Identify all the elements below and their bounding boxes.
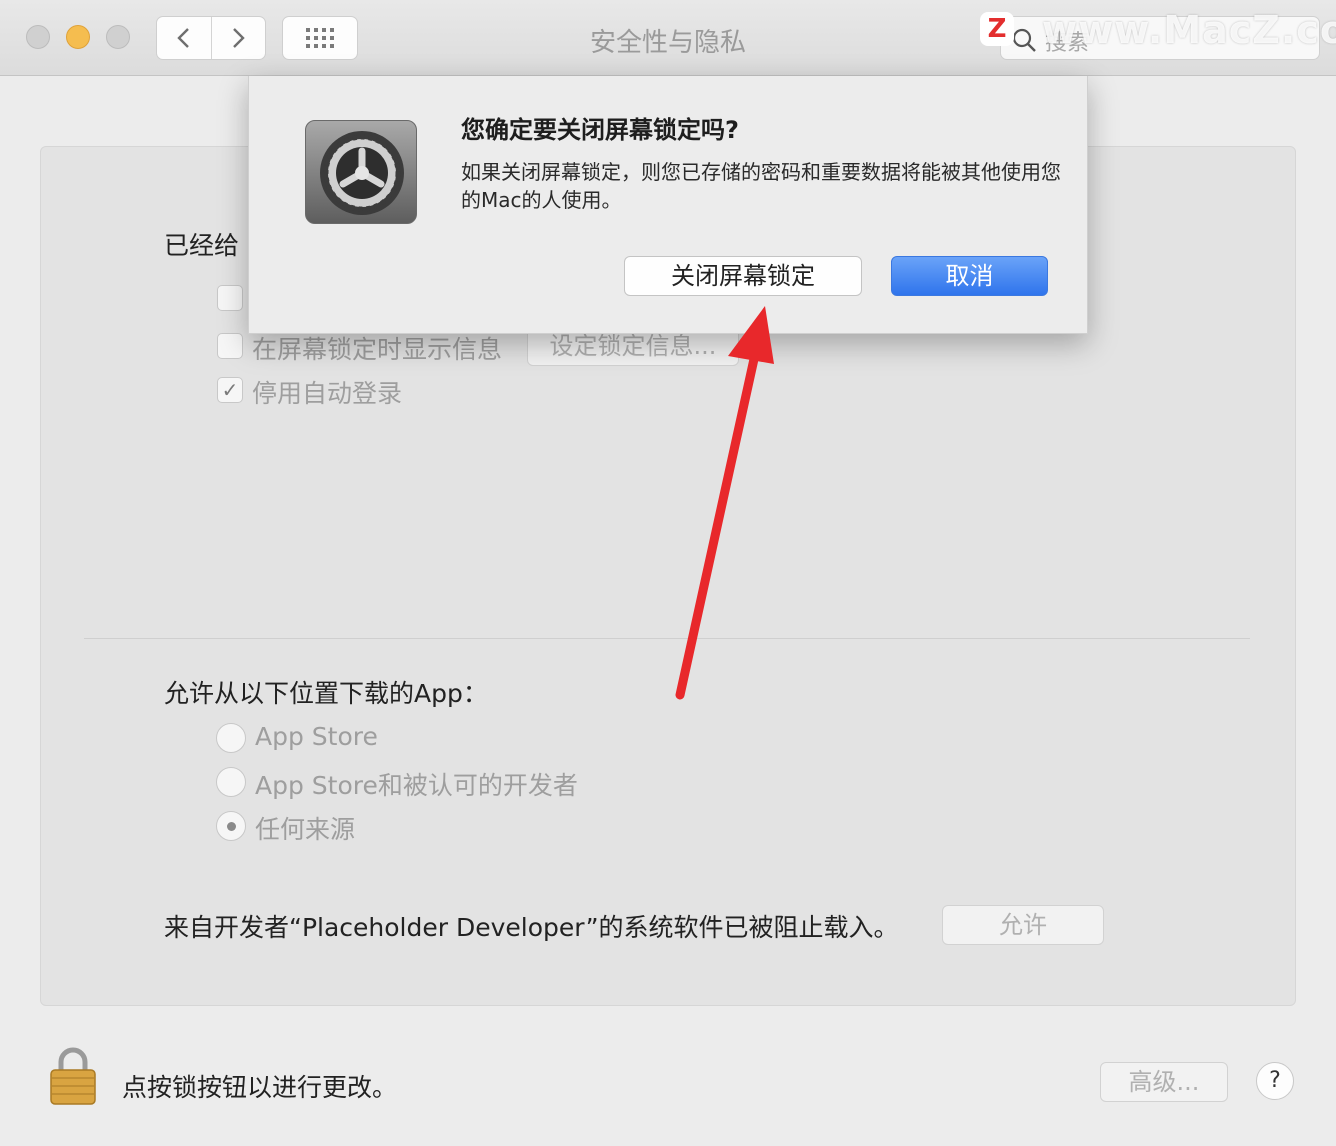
lock-icon[interactable] — [48, 1046, 98, 1106]
disable-screen-lock-button[interactable]: 关闭屏幕锁定 — [624, 256, 862, 296]
window-toolbar: 安全性与隐私 搜索 Z www.MacZ.com — [0, 0, 1336, 76]
gear-icon — [320, 131, 404, 215]
cancel-button[interactable]: 取消 — [891, 256, 1048, 296]
general-heading: 已经给 — [164, 231, 240, 260]
show-message-checkbox[interactable] — [217, 333, 243, 359]
help-button[interactable]: ? — [1256, 1062, 1294, 1100]
blocked-software-message: 来自开发者“Placeholder Developer”的系统软件已被阻止载入。 — [164, 913, 899, 942]
disable-auto-login-label: 停用自动登录 — [252, 379, 403, 408]
allow-button[interactable]: 允许 — [942, 905, 1104, 945]
advanced-button[interactable]: 高级... — [1100, 1062, 1228, 1102]
dialog-message: 如果关闭屏幕锁定，则您已存储的密码和重要数据将能被其他使用您的Mac的人使用。 — [461, 160, 1061, 212]
require-password-checkbox[interactable] — [217, 285, 243, 311]
radio-anywhere[interactable] — [216, 811, 246, 841]
downloads-heading: 允许从以下位置下载的App： — [164, 679, 488, 708]
dialog-title: 您确定要关闭屏幕锁定吗? — [461, 116, 739, 144]
radio-selected-dot — [227, 822, 236, 831]
disable-auto-login-checkbox[interactable]: ✓ — [217, 377, 243, 403]
checkmark-icon: ✓ — [221, 378, 239, 402]
confirm-disable-screen-lock-dialog: 您确定要关闭屏幕锁定吗? 如果关闭屏幕锁定，则您已存储的密码和重要数据将能被其他… — [248, 76, 1088, 334]
section-divider — [84, 638, 1250, 639]
search-icon — [1012, 28, 1036, 52]
radio-app-store[interactable] — [216, 723, 246, 753]
radio-anywhere-label: 任何来源 — [255, 815, 356, 844]
watermark-text: www.MacZ.com — [1042, 8, 1336, 52]
radio-app-store-label: App Store — [255, 722, 378, 751]
radio-app-store-identified[interactable] — [216, 767, 246, 797]
radio-app-store-identified-label: App Store和被认可的开发者 — [255, 771, 578, 800]
watermark-logo: Z — [980, 12, 1014, 46]
show-message-label: 在屏幕锁定时显示信息 — [252, 335, 503, 364]
system-preferences-icon — [305, 120, 417, 224]
lock-message: 点按锁按钮以进行更改。 — [122, 1073, 398, 1102]
